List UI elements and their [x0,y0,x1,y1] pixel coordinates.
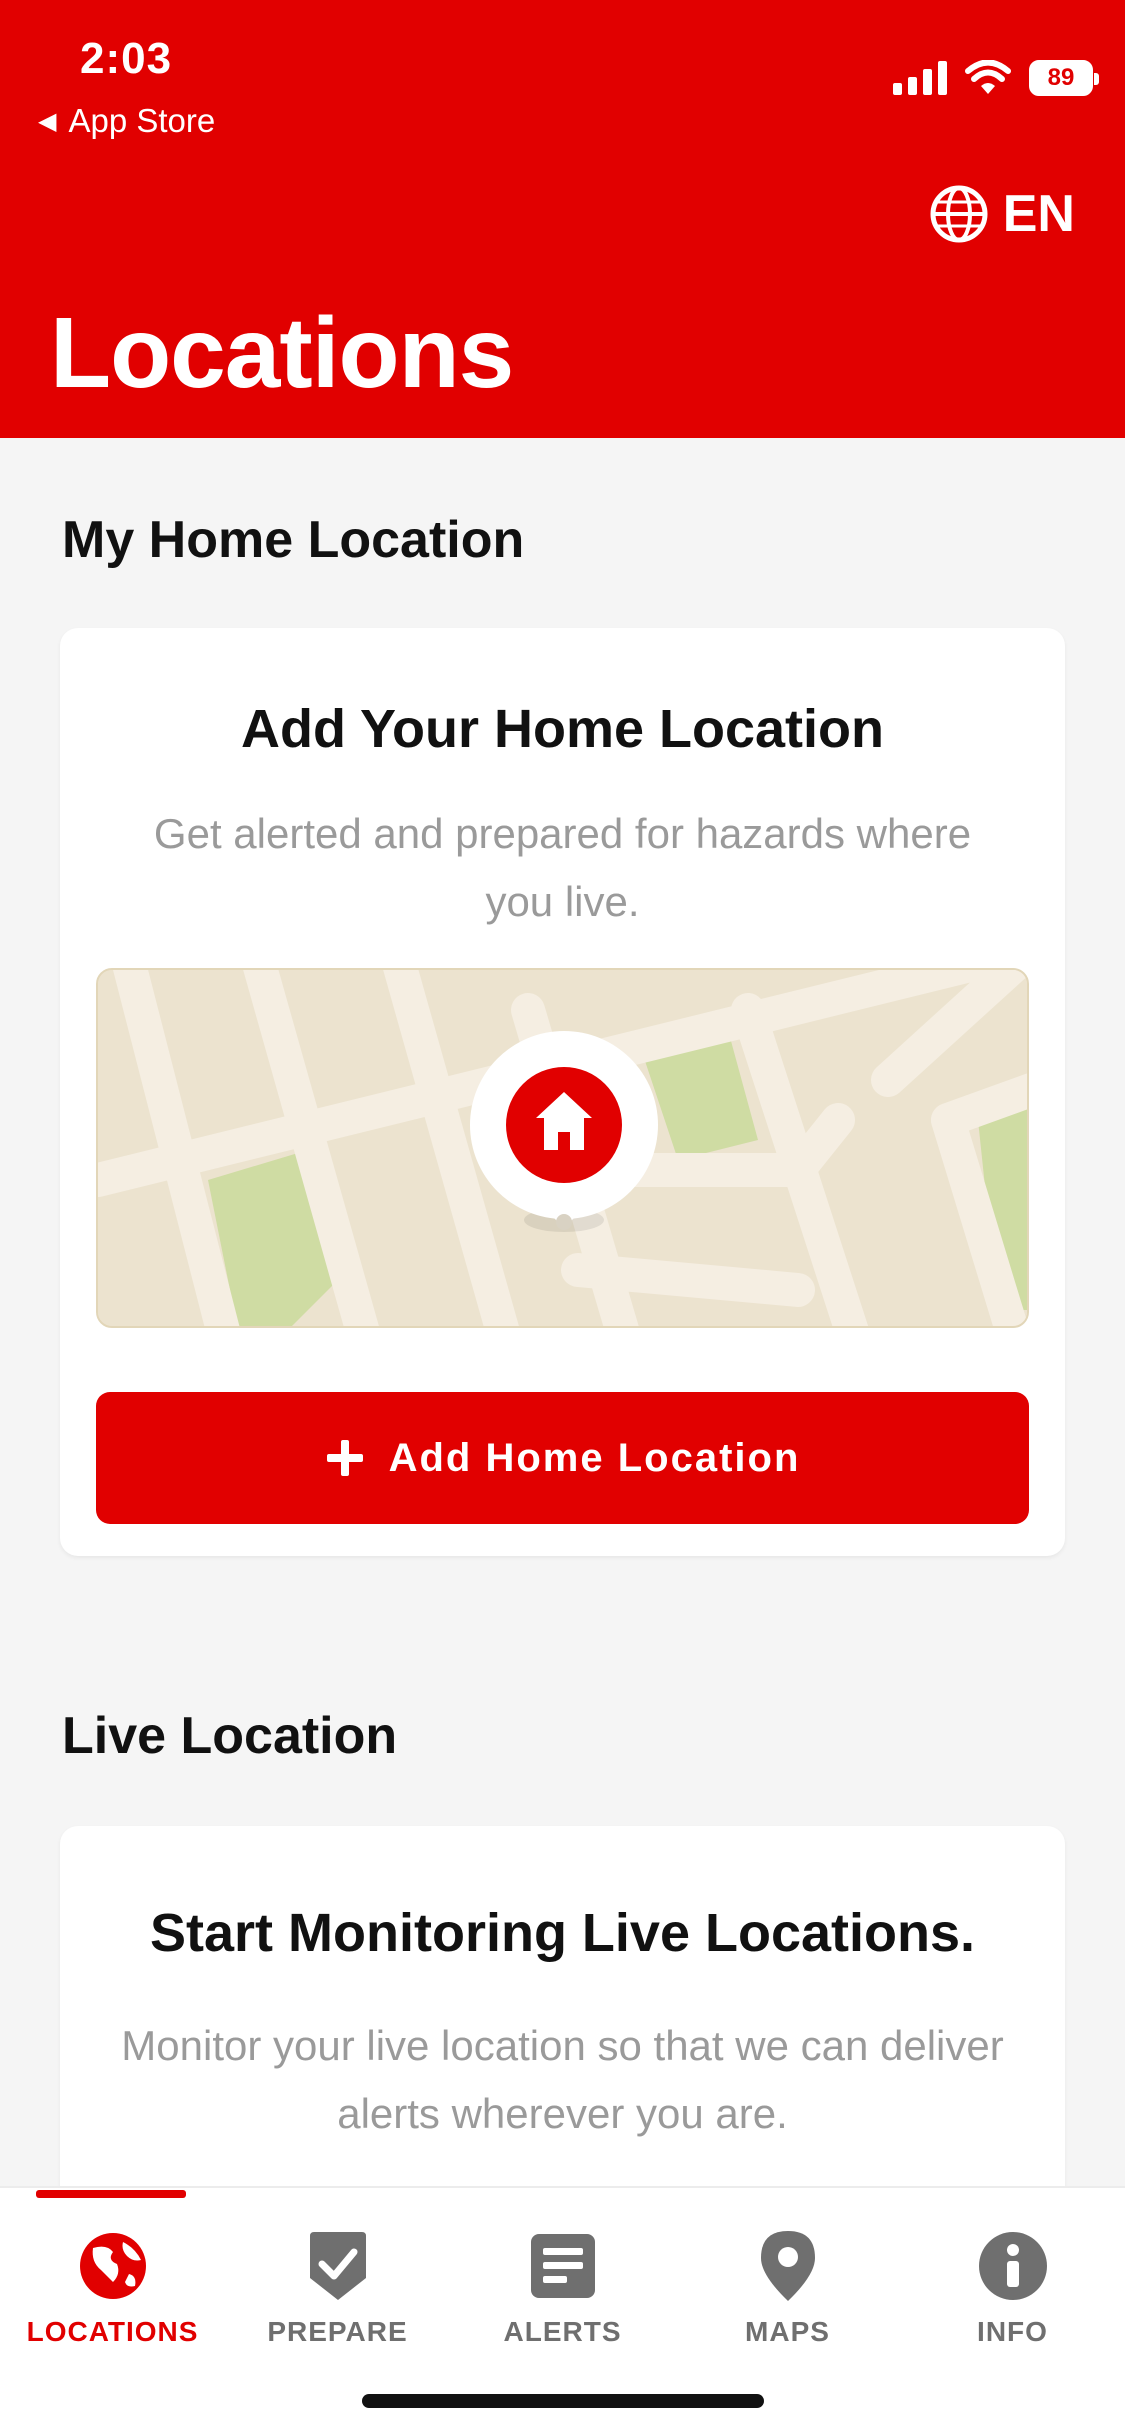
add-home-location-button[interactable]: Add Home Location [96,1392,1029,1524]
home-section-title: My Home Location [62,511,525,569]
map-illustration [96,968,1029,1328]
map-pin-icon [760,2231,815,2301]
tab-locations[interactable]: LOCATIONS [0,2188,225,2348]
globe-outline-icon [930,185,988,243]
add-home-location-label: Add Home Location [388,1435,801,1480]
tab-label: INFO [977,2316,1048,2347]
tab-label: PREPARE [267,2316,408,2347]
status-icons: 89 [893,60,1099,96]
back-to-app-store[interactable]: ◀ App Store [38,102,215,140]
status-time: 2:03 [80,34,173,83]
header: 2:03 ◀ App Store 89 EN Locations [0,0,1125,438]
live-card-title: Start Monitoring Live Locations. [149,1903,976,1963]
globe-icon [79,2233,146,2299]
tab-prepare[interactable]: PREPARE [225,2188,450,2348]
check-shield-icon [309,2232,366,2300]
tab-alerts[interactable]: ALERTS [450,2188,675,2348]
home-location-card: Add Your Home Location Get alerted and p… [60,628,1065,1556]
back-label: App Store [68,102,216,139]
language-code: EN [1002,185,1075,243]
home-indicator [362,2394,764,2408]
tab-info[interactable]: INFO [900,2188,1125,2348]
back-triangle-icon: ◀ [38,107,57,135]
home-card-subtitle: Get alerted and prepared for hazards whe… [153,810,972,925]
tab-maps[interactable]: MAPS [675,2188,900,2348]
live-section-title: Live Location [62,1707,398,1765]
wifi-icon [965,60,1011,94]
plus-icon [326,1440,363,1476]
tab-label: LOCATIONS [26,2316,199,2347]
language-selector[interactable]: EN [929,184,1075,244]
map-graphic [98,970,1027,1326]
cellular-signal-icon [893,61,947,95]
tab-label: ALERTS [503,2316,622,2347]
live-card-subtitle: Monitor your live location so that we ca… [121,2022,1004,2137]
page-title: Locations [50,297,514,409]
info-icon [978,2232,1047,2300]
battery-icon: 89 [1029,60,1099,96]
live-location-card: Start Monitoring Live Locations. Monitor… [60,1826,1065,2246]
home-card-title: Add Your Home Location [240,699,885,759]
alerts-doc-icon [530,2234,595,2298]
tab-label: MAPS [745,2316,830,2347]
active-tab-indicator [36,2190,186,2198]
